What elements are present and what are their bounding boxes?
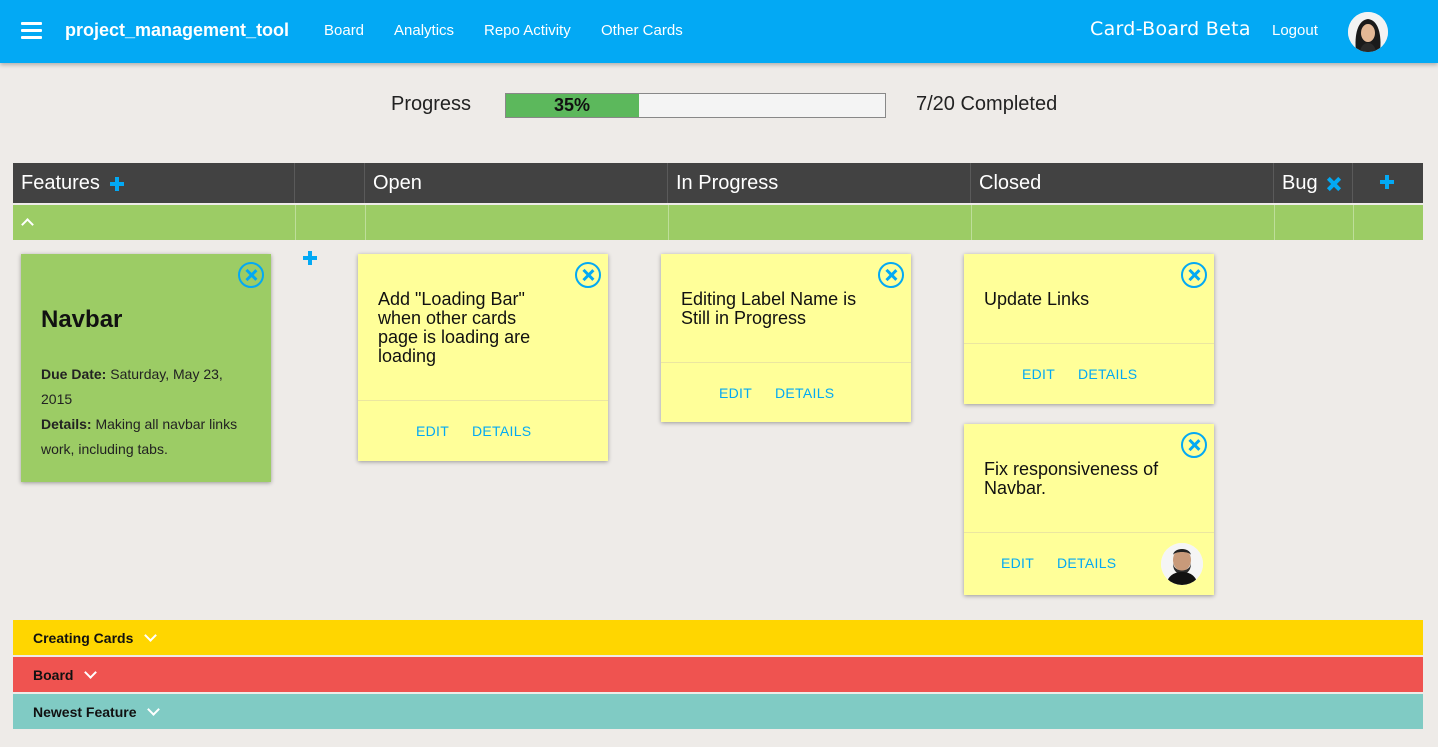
lane-divider [668, 205, 669, 240]
card-title: Update Links [984, 289, 1090, 309]
logout-link[interactable]: Logout [1272, 22, 1318, 39]
lane-divider [1274, 205, 1275, 240]
chevron-down-icon[interactable] [84, 670, 96, 680]
progress-percent: 35% [553, 95, 591, 115]
column-closed-label: Closed [979, 172, 1042, 194]
progress-completed-count: 7/20 Completed [916, 93, 1058, 115]
task-card[interactable]: Add "Loading Bar" when other cards page … [358, 254, 608, 461]
card-title: Add "Loading Bar" when other cards page … [378, 289, 531, 366]
column-spacer-header [295, 163, 365, 203]
lane-divider [1353, 205, 1354, 240]
column-header-row: Features Open In Progress Closed Bug [13, 163, 1423, 203]
column-features-header: Features [13, 163, 295, 203]
close-circle-icon[interactable] [1181, 432, 1207, 458]
due-date-label: Due Date: [41, 366, 107, 382]
details-label: Details: [41, 416, 92, 432]
swimlane-navbar-header [13, 205, 1423, 240]
card-title: Fix responsiveness of Navbar. [984, 459, 1159, 498]
edit-button[interactable]: EDIT [1022, 366, 1055, 382]
column-closed-header: Closed [971, 163, 1274, 203]
add-column-header [1353, 163, 1423, 203]
swimlane-newest-feature[interactable]: Newest Feature [13, 694, 1423, 729]
details-button[interactable]: DETAILS [775, 385, 834, 401]
column-open-label: Open [373, 172, 422, 194]
close-circle-icon[interactable] [878, 262, 904, 288]
details-button[interactable]: DETAILS [472, 423, 531, 439]
column-bug-label: Bug [1282, 172, 1318, 194]
add-card-plus-icon[interactable] [303, 251, 317, 265]
column-features-label: Features [21, 172, 100, 194]
swimlane-label: Board [33, 667, 74, 683]
card-title: Editing Label Name is Still in Progress [681, 289, 857, 328]
feature-card-body: Due Date: Saturday, May 23, 2015 Details… [41, 362, 251, 462]
nav-link-other-cards[interactable]: Other Cards [601, 22, 683, 39]
edit-button[interactable]: EDIT [416, 423, 449, 439]
lane-divider [365, 205, 366, 240]
progress-label: Progress [391, 93, 472, 115]
edit-button[interactable]: EDIT [719, 385, 752, 401]
add-column-plus-icon[interactable] [1380, 175, 1394, 189]
card-divider [964, 343, 1214, 344]
column-in-progress-label: In Progress [676, 172, 779, 194]
column-bug-header: Bug [1274, 163, 1353, 203]
feature-card[interactable]: Navbar Due Date: Saturday, May 23, 2015 … [21, 254, 271, 482]
add-feature-plus-icon[interactable] [110, 177, 124, 191]
card-divider [661, 362, 911, 363]
edit-button[interactable]: EDIT [1001, 555, 1034, 571]
close-circle-icon[interactable] [238, 262, 264, 288]
nav-link-board[interactable]: Board [324, 22, 364, 39]
card-divider [964, 532, 1214, 533]
chevron-up-icon[interactable] [22, 217, 32, 227]
swimlane-label: Newest Feature [33, 704, 137, 720]
nav-link-repo-activity[interactable]: Repo Activity [484, 22, 571, 39]
swimlane-label: Creating Cards [33, 630, 134, 646]
feature-card-title: Navbar [41, 306, 123, 333]
user-avatar[interactable] [1348, 12, 1388, 52]
menu-icon[interactable] [21, 22, 42, 39]
remove-bug-column-close-icon[interactable] [1327, 177, 1341, 191]
task-card[interactable]: Fix responsiveness of Navbar. EDIT DETAI… [964, 424, 1214, 595]
swimlane-creating-cards[interactable]: Creating Cards [13, 620, 1423, 655]
task-card[interactable]: Editing Label Name is Still in Progress … [661, 254, 911, 422]
close-circle-icon[interactable] [575, 262, 601, 288]
details-button[interactable]: DETAILS [1057, 555, 1116, 571]
board-title: Card-Board Beta [1090, 18, 1251, 40]
lane-divider [971, 205, 972, 240]
chevron-down-icon[interactable] [144, 633, 156, 643]
assignee-avatar[interactable] [1161, 543, 1203, 585]
app-name[interactable]: project_management_tool [65, 20, 289, 41]
details-button[interactable]: DETAILS [1078, 366, 1137, 382]
chevron-down-icon[interactable] [147, 707, 159, 717]
column-in-progress-header: In Progress [668, 163, 971, 203]
top-navbar: project_management_tool Board Analytics … [0, 0, 1438, 63]
card-divider [358, 400, 608, 401]
lane-divider [295, 205, 296, 240]
close-circle-icon[interactable] [1181, 262, 1207, 288]
nav-link-analytics[interactable]: Analytics [394, 22, 454, 39]
progress-bar: 35% [505, 93, 886, 118]
task-card[interactable]: Update Links EDIT DETAILS [964, 254, 1214, 404]
column-open-header: Open [365, 163, 668, 203]
swimlane-board[interactable]: Board [13, 657, 1423, 692]
